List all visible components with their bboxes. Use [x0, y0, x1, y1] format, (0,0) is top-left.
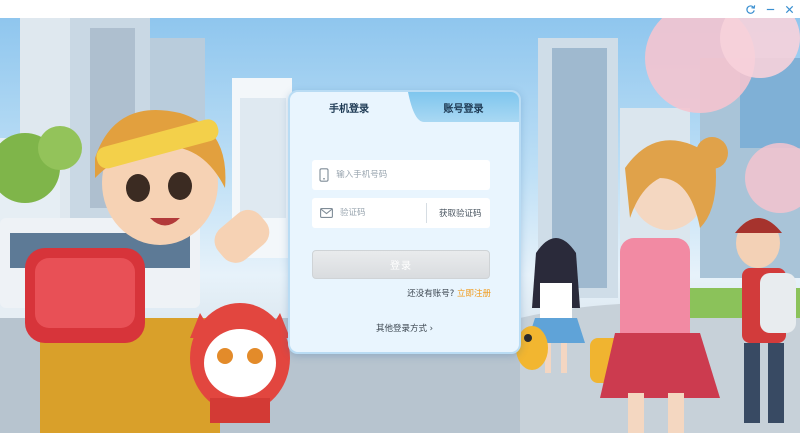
tab-account-login[interactable]: 账号登录: [408, 92, 519, 122]
register-row: 还没有账号? 立即注册: [407, 287, 491, 299]
code-field: 获取验证码: [312, 198, 490, 228]
tab-phone-login[interactable]: 手机登录: [290, 92, 408, 122]
phone-icon: [312, 168, 336, 182]
get-code-button[interactable]: 获取验证码: [439, 207, 482, 219]
phone-field: [312, 160, 490, 190]
tab-account-login-label: 账号登录: [443, 103, 484, 115]
login-panel: 手机登录 账号登录 获取验证码 登录 还没有账号? 立即注册 其他: [288, 90, 521, 354]
minimize-icon[interactable]: [761, 0, 779, 18]
window-title-bar: [0, 0, 800, 18]
mail-icon: [312, 208, 340, 218]
register-link[interactable]: 立即注册: [457, 289, 491, 299]
login-button[interactable]: 登录: [312, 250, 490, 279]
close-icon[interactable]: [780, 0, 798, 18]
phone-input[interactable]: [336, 170, 490, 180]
tab-notch: [400, 92, 424, 122]
login-form: 获取验证码 登录 还没有账号? 立即注册 其他登录方式 ›: [290, 122, 519, 352]
refresh-icon[interactable]: [741, 0, 759, 18]
tab-phone-login-label: 手机登录: [329, 103, 369, 115]
field-divider: [426, 203, 427, 223]
no-account-text: 还没有账号?: [407, 289, 455, 299]
login-button-label: 登录: [390, 261, 412, 272]
other-login-methods[interactable]: 其他登录方式 ›: [290, 322, 519, 334]
verification-code-input[interactable]: [340, 208, 424, 218]
